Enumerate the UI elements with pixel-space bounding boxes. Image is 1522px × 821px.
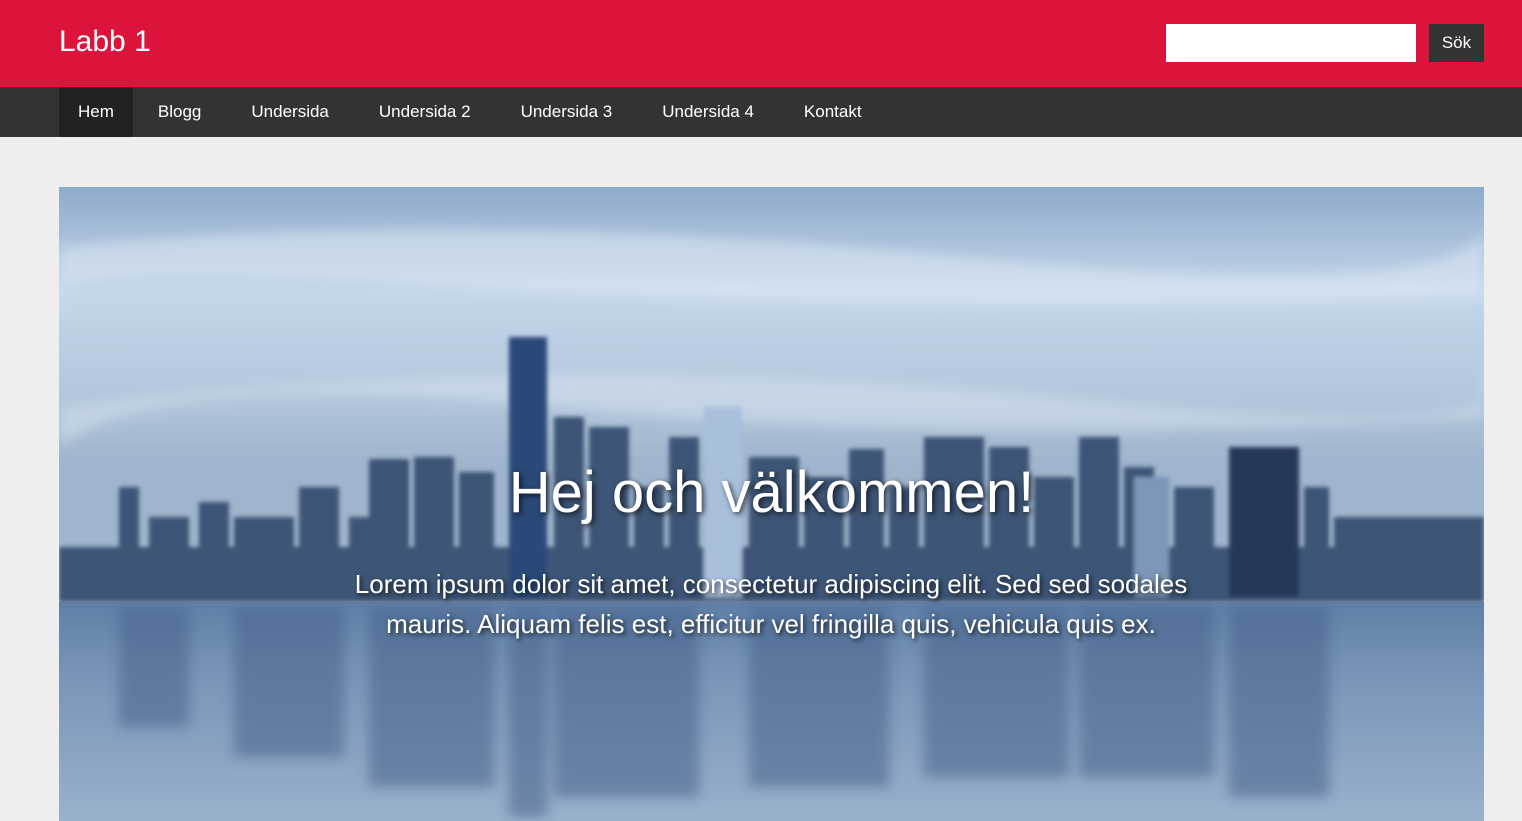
nav-list: Hem Blogg Undersida Undersida 2 Undersid…: [59, 87, 887, 137]
site-header: Labb 1 Sök: [0, 0, 1522, 87]
search-button[interactable]: Sök: [1429, 24, 1484, 62]
nav-item-undersida-4[interactable]: Undersida 4: [637, 87, 779, 137]
nav-item-undersida[interactable]: Undersida: [226, 87, 354, 137]
nav-item-kontakt[interactable]: Kontakt: [779, 87, 887, 137]
hero-banner: Hej och välkommen! Lorem ipsum dolor sit…: [59, 187, 1484, 821]
nav-item-undersida-3[interactable]: Undersida 3: [496, 87, 638, 137]
nav-item-hem[interactable]: Hem: [59, 87, 133, 137]
site-title: Labb 1: [59, 25, 151, 58]
search-input[interactable]: [1166, 24, 1416, 62]
main-nav: Hem Blogg Undersida Undersida 2 Undersid…: [0, 87, 1522, 137]
nav-item-undersida-2[interactable]: Undersida 2: [354, 87, 496, 137]
nav-item-blogg[interactable]: Blogg: [133, 87, 226, 137]
hero-text: Lorem ipsum dolor sit amet, consectetur …: [354, 569, 1188, 639]
hero-title: Hej och välkommen!: [508, 460, 1035, 525]
